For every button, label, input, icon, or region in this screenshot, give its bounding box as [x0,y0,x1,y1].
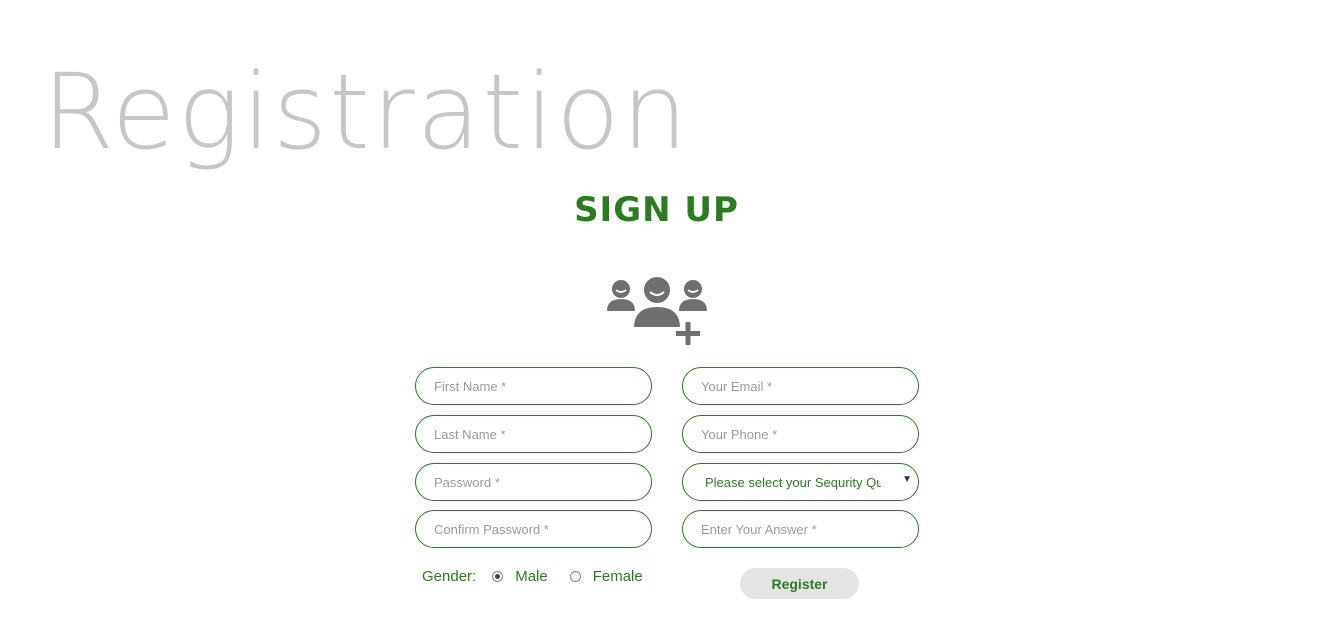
confirm-password-input[interactable] [415,510,652,548]
signup-heading: SIGN UP [574,190,739,230]
add-users-icon [604,270,710,350]
male-radio[interactable] [492,571,504,582]
gender-label: Gender: [422,568,477,585]
registration-page: Registration SIGN UP Please [0,0,1329,635]
page-title: Registration [42,51,690,173]
password-input[interactable] [415,463,652,501]
caret-down-icon: ▼ [902,474,912,485]
security-question-select[interactable]: Please select your Sequrity Question ▼ [682,463,919,501]
answer-input[interactable] [682,510,919,548]
gender-group: Gender: Male Female [422,568,665,585]
last-name-input[interactable] [415,415,652,453]
security-question-selected: Please select your Sequrity Question [705,475,881,490]
male-label[interactable]: Male [515,568,548,585]
first-name-input[interactable] [415,367,652,405]
female-radio[interactable] [569,571,581,582]
female-label[interactable]: Female [593,568,643,585]
phone-input[interactable] [682,415,919,453]
register-button[interactable]: Register [740,568,859,599]
email-input[interactable] [682,367,919,405]
